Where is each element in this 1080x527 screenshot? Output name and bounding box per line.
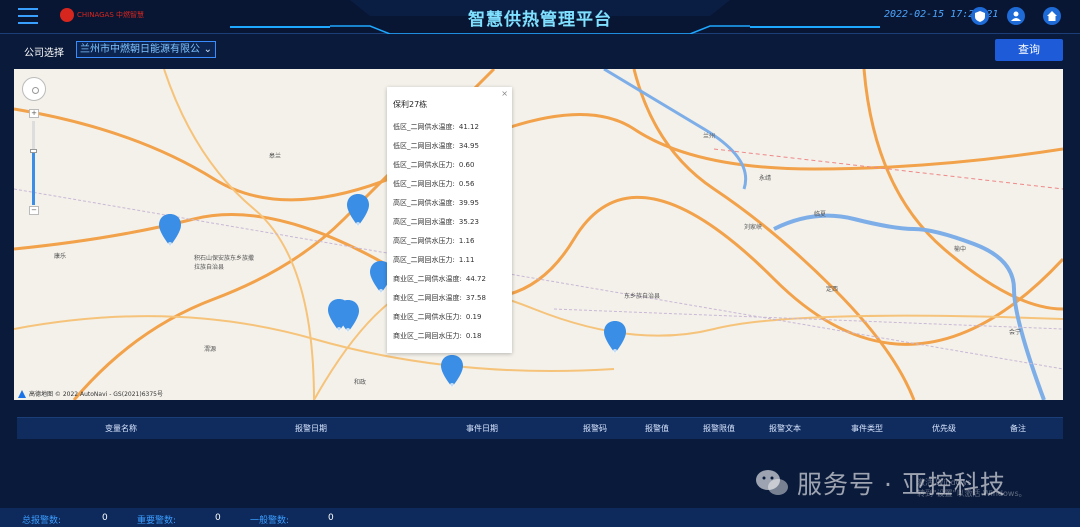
wechat-icon <box>756 470 788 495</box>
logo-mark <box>60 8 74 22</box>
map-label: 定西 <box>826 286 839 293</box>
map-label: 渭源 <box>204 346 217 353</box>
column-header: 优先级 <box>932 424 956 433</box>
company-select-value: 兰州市中燃朝日能源有限公 <box>80 44 200 55</box>
location-pin-icon[interactable] <box>159 214 181 246</box>
popup-row: 低区_二网供水温度: 41.12 <box>393 123 479 131</box>
map-label: 皋兰 <box>269 153 282 160</box>
map-pan-control[interactable] <box>22 77 46 101</box>
filter-toolbar: 公司选择 兰州市中燃朝日能源有限公 ⌄ 查询 <box>0 38 1080 64</box>
windows-activation-notice: 激活 Windows 转到"设置"以激活 Windows。 <box>917 477 1027 499</box>
company-select-label: 公司选择 <box>24 48 64 59</box>
map-label: 临夏 <box>814 211 827 218</box>
location-pin-icon[interactable] <box>604 321 626 353</box>
map-zoom-control: + − <box>29 109 39 215</box>
logo-text: CHINAGAS 中燃智慧 <box>77 10 144 19</box>
zoom-slider[interactable] <box>30 121 37 205</box>
activation-line: 转到"设置"以激活 Windows。 <box>917 489 1027 498</box>
column-header: 报警限值 <box>703 424 735 433</box>
column-header: 报警日期 <box>295 424 327 433</box>
popup-row: 商业区_二网供水压力: 0.19 <box>393 313 482 321</box>
column-header: 事件类型 <box>851 424 883 433</box>
shield-icon[interactable] <box>971 7 989 25</box>
menu-icon[interactable] <box>18 8 38 24</box>
map-label: 榆中 <box>954 246 967 253</box>
map-view[interactable]: 皋兰 兰州 永靖 临夏 刘家峡 榆中 定西 会宁 东乡族自治县 积石山保安族东乡… <box>14 69 1063 400</box>
popup-row: 低区_二网供水压力: 0.60 <box>393 161 475 169</box>
map-copyright: 高德地图 © 2022 AutoNavi - GS(2021)6375号 <box>18 389 163 398</box>
popup-row: 商业区_二网回水温度: 37.58 <box>393 294 486 302</box>
popup-row: 低区_二网回水压力: 0.56 <box>393 180 475 188</box>
map-label: 和政 <box>354 379 367 386</box>
total-alarm-count: 0 <box>102 513 108 523</box>
map-label: 兰州 <box>703 133 716 140</box>
column-header: 事件日期 <box>466 424 498 433</box>
zoom-in-button[interactable]: + <box>29 109 39 118</box>
popup-row: 高区_二网供水压力: 1.16 <box>393 237 475 245</box>
column-header: 报警值 <box>645 424 669 433</box>
user-icon[interactable] <box>1007 7 1025 25</box>
station-info-popup: × 保利27栋 低区_二网供水温度: 41.12 低区_二网回水温度: 34.95 … <box>387 87 512 353</box>
location-pin-icon[interactable] <box>347 194 369 226</box>
map-label: 永靖 <box>759 175 772 182</box>
popup-row: 高区_二网供水温度: 39.95 <box>393 199 479 207</box>
location-pin-icon[interactable] <box>337 300 359 332</box>
alarm-table-header: 变量名称 报警日期 事件日期 报警码 报警值 报警限值 报警文本 事件类型 优先… <box>17 417 1063 439</box>
popup-row: 高区_二网回水温度: 35.23 <box>393 218 479 226</box>
popup-row: 高区_二网回水压力: 1.11 <box>393 256 475 264</box>
popup-row: 商业区_二网回水压力: 0.18 <box>393 332 482 340</box>
map-label: 积石山保安族东乡族撒拉族自治县 <box>194 255 255 271</box>
popup-row: 商业区_二网供水温度: 44.72 <box>393 275 486 283</box>
column-header: 备注 <box>1010 424 1026 433</box>
company-logo: CHINAGAS 中燃智慧 <box>60 8 144 22</box>
column-header: 报警文本 <box>769 424 801 433</box>
popup-title: 保利27栋 <box>393 100 428 109</box>
normal-alarm-count: 0 <box>328 513 334 523</box>
activation-line: 激活 Windows <box>917 478 972 487</box>
close-icon[interactable]: × <box>501 89 508 98</box>
zoom-slider-handle[interactable] <box>30 149 37 153</box>
title-frame: 智慧供热管理平台 <box>330 0 750 34</box>
popup-row: 低区_二网回水温度: 34.95 <box>393 142 479 150</box>
map-label: 刘家峡 <box>744 224 763 231</box>
total-alarm-label: 总报警数: <box>22 516 62 526</box>
header-decoration-left <box>230 26 330 28</box>
header-decoration-right <box>750 26 880 28</box>
map-label: 会宁 <box>1009 329 1022 336</box>
map-label: 康乐 <box>54 253 67 260</box>
zoom-out-button[interactable]: − <box>29 206 39 215</box>
home-icon[interactable] <box>1043 7 1061 25</box>
chevron-down-icon: ⌄ <box>203 44 212 55</box>
column-header: 变量名称 <box>105 424 137 433</box>
top-header: CHINAGAS 中燃智慧 智慧供热管理平台 2022-02-15 17:21:… <box>0 0 1080 34</box>
zoom-slider-fill <box>32 153 35 205</box>
alarm-summary-bar: 总报警数: 0 重要警数: 0 一般警数: 0 <box>0 508 1080 527</box>
map-copyright-text: 高德地图 © 2022 AutoNavi - GS(2021)6375号 <box>29 391 163 398</box>
map-label: 东乡族自治县 <box>624 293 661 300</box>
normal-alarm-label: 一般警数: <box>250 516 290 526</box>
important-alarm-count: 0 <box>215 513 221 523</box>
column-header: 报警码 <box>583 424 607 433</box>
important-alarm-label: 重要警数: <box>137 516 177 526</box>
query-button[interactable]: 查询 <box>995 39 1063 61</box>
amap-logo-icon <box>18 389 26 398</box>
page-title: 智慧供热管理平台 <box>468 10 612 30</box>
company-select[interactable]: 兰州市中燃朝日能源有限公 ⌄ <box>76 41 216 58</box>
location-pin-icon[interactable] <box>441 355 463 387</box>
